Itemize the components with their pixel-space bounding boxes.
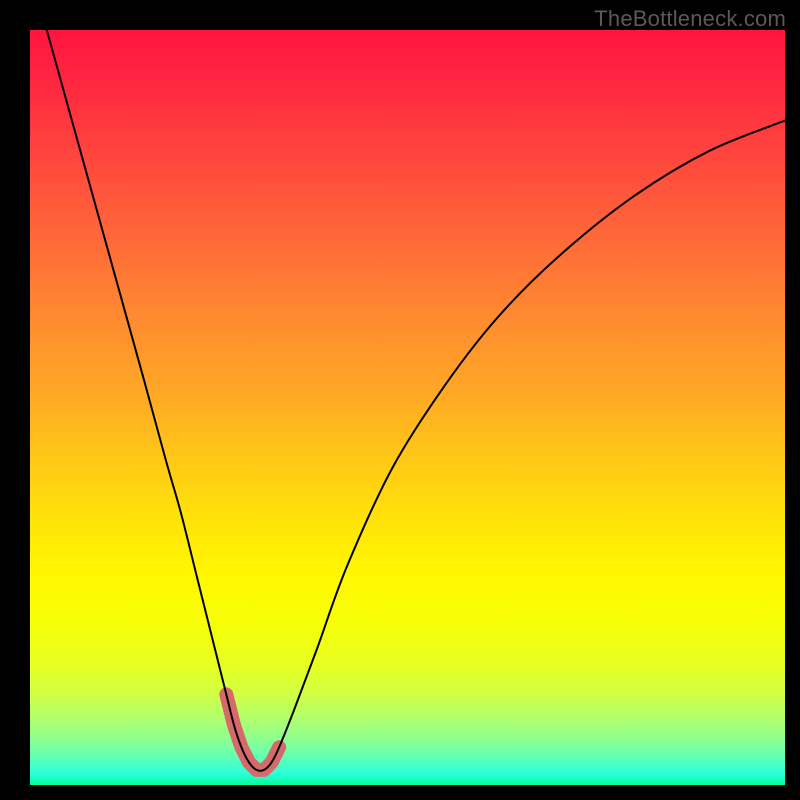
optimal-zone-highlight <box>226 694 279 770</box>
bottleneck-curve-svg <box>30 30 785 785</box>
optimal-zone-path <box>226 694 279 770</box>
chart-plot-area <box>30 30 785 785</box>
bottleneck-curve-path <box>30 30 785 771</box>
watermark-text: TheBottleneck.com <box>594 6 786 32</box>
